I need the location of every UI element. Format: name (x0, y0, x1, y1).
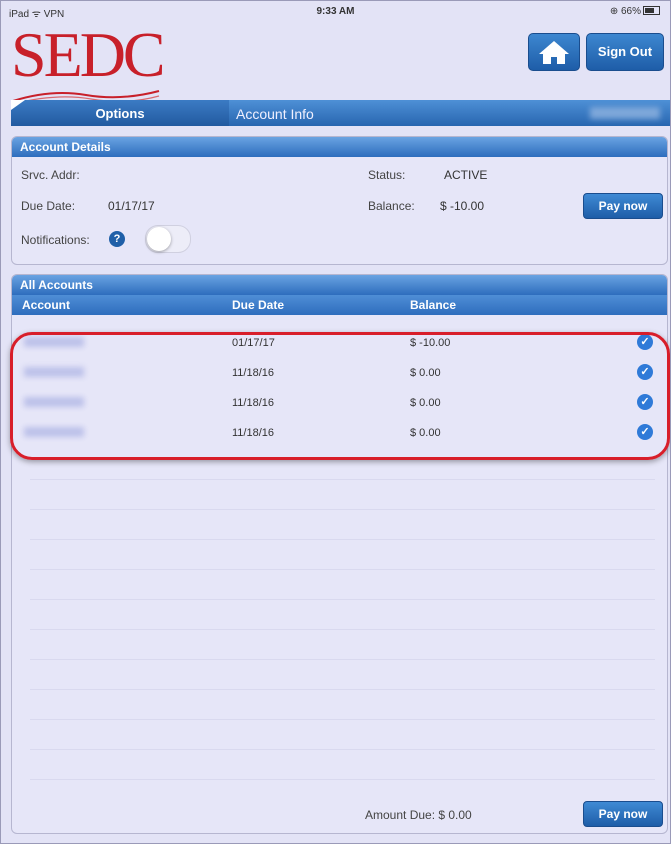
row-divider (30, 779, 655, 780)
col-due-date: Due Date (232, 298, 285, 312)
tab-blurred-info (590, 107, 660, 119)
app-window: iPad ᯤ VPN 9:33 AM ⊕ 66% SEDC Sign Out O… (0, 0, 671, 844)
sedc-logo: SEDC (11, 19, 171, 105)
help-icon[interactable]: ? (109, 231, 125, 247)
due-date-label: Due Date: (21, 199, 76, 213)
row-divider (30, 599, 655, 600)
tab-options[interactable]: Options (11, 100, 229, 126)
annotation-highlight (10, 332, 670, 460)
status-label: Status: (368, 168, 406, 182)
col-account: Account (22, 298, 70, 312)
tab-bar: Options Account Info (11, 100, 670, 126)
toggle-knob (147, 227, 171, 251)
notifications-label: Notifications: (21, 233, 90, 247)
battery-icon (643, 6, 660, 15)
tab-account-info[interactable]: Account Info (233, 100, 314, 126)
balance-value: $ -10.00 (440, 199, 485, 213)
srvc-addr-label: Srvc. Addr: (21, 168, 80, 182)
home-button[interactable] (528, 33, 580, 71)
balance-label: Balance: (368, 199, 415, 213)
row-divider (30, 539, 655, 540)
row-divider (30, 629, 655, 630)
row-divider (30, 719, 655, 720)
amount-due-label: Amount Due: $ 0.00 (365, 808, 472, 822)
logo-text: SEDC (11, 19, 166, 90)
home-icon (539, 41, 569, 64)
notifications-toggle[interactable] (145, 225, 191, 253)
pay-now-button-details[interactable]: Pay now (583, 193, 663, 219)
status-bar: iPad ᯤ VPN 9:33 AM ⊕ 66% (1, 1, 670, 21)
pay-now-button-footer[interactable]: Pay now (583, 801, 663, 827)
sign-out-button[interactable]: Sign Out (586, 33, 664, 71)
battery-percent: ⊕ 66% (609, 6, 641, 17)
all-accounts-title: All Accounts (12, 275, 667, 295)
status-time: 9:33 AM (316, 6, 355, 17)
row-divider (30, 569, 655, 570)
row-divider (30, 749, 655, 750)
account-details-title: Account Details (12, 137, 667, 157)
row-divider (30, 479, 655, 480)
status-value: ACTIVE (444, 168, 488, 182)
account-details-panel: Account Details Srvc. Addr: Status: ACTI… (11, 136, 668, 265)
status-battery: ⊕ 66% (610, 6, 660, 17)
due-date-value: 01/17/17 (108, 199, 155, 213)
table-header: Account Due Date Balance (12, 295, 667, 315)
row-divider (30, 659, 655, 660)
row-divider (30, 689, 655, 690)
col-balance: Balance (410, 298, 457, 312)
row-divider (30, 509, 655, 510)
